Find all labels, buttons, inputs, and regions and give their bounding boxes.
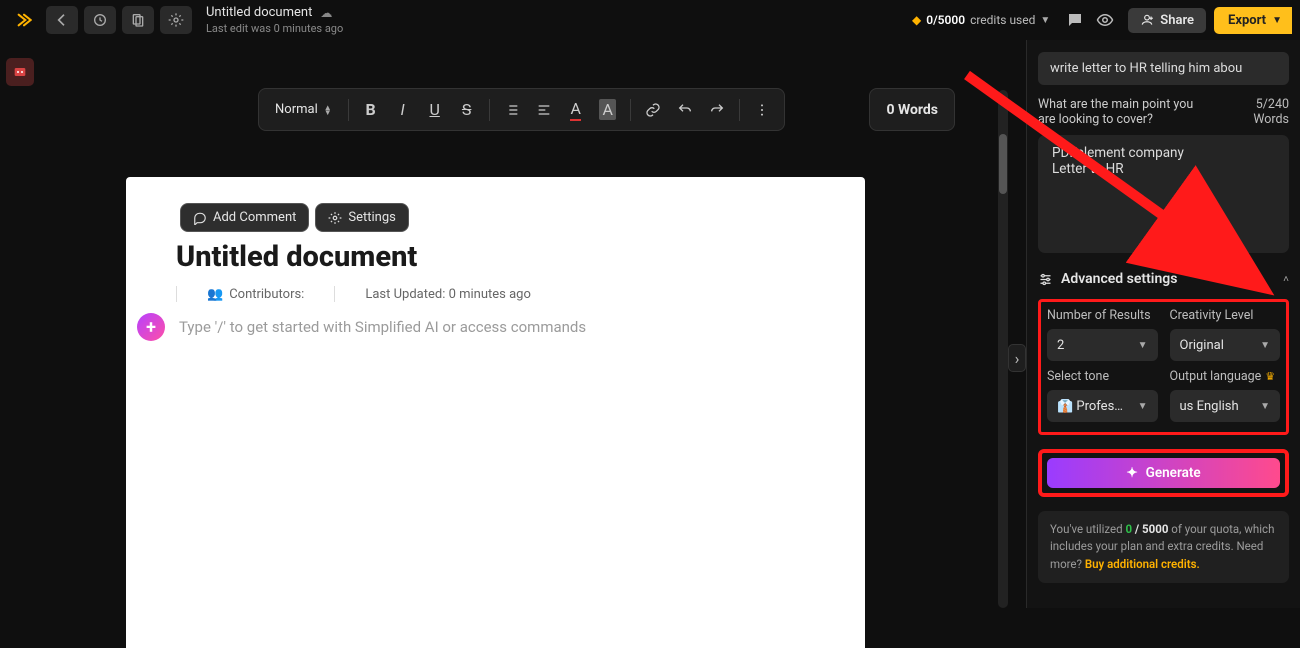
chevron-down-icon: ▼ [1138, 340, 1148, 351]
chevron-down-icon: ▼ [1272, 15, 1282, 26]
redo-button[interactable] [703, 96, 731, 124]
quota-total: 5000 [1142, 522, 1168, 536]
editor-area: Normal ▲▼ B I U S A A 0 Words Add Commen… [0, 40, 1010, 608]
chevron-down-icon: ▼ [1138, 401, 1148, 412]
last-edit-label: Last edit was 0 minutes ago [206, 22, 343, 35]
generate-highlight: ✦ Generate [1038, 449, 1289, 497]
style-value: Normal [275, 102, 318, 117]
settings-label: Settings [348, 210, 395, 225]
document-heading[interactable]: Untitled document [176, 240, 815, 274]
points-counter: 5/240 Words [1253, 97, 1289, 127]
word-count: 0 Words [869, 88, 955, 131]
panel-toggle[interactable]: › [1008, 344, 1026, 372]
export-label: Export [1228, 13, 1266, 28]
chevron-down-icon: ▼ [1040, 15, 1050, 26]
points-question-row: What are the main point you are looking … [1038, 97, 1289, 127]
crown-icon: ♛ [1265, 370, 1275, 383]
diamond-icon: ◆ [912, 13, 921, 27]
points-line2: Letter to HR [1052, 161, 1275, 177]
documents-button[interactable] [122, 6, 154, 34]
export-button[interactable]: Export ▼ [1214, 7, 1292, 34]
credits-count: 0/5000 [926, 13, 965, 27]
buy-credits-link[interactable]: Buy additional credits. [1085, 557, 1200, 571]
editor-placeholder[interactable]: Type '/' to get started with Simplified … [179, 318, 586, 336]
prompt-input[interactable]: write letter to HR telling him abou [1038, 52, 1289, 85]
points-line1: PDFelement company [1052, 145, 1275, 161]
preview-icon[interactable] [1090, 5, 1120, 35]
stepper-icon: ▲▼ [324, 105, 332, 115]
generate-button[interactable]: ✦ Generate [1047, 458, 1280, 488]
contributors-label: 👥Contributors: [207, 287, 304, 302]
sparkle-icon: ✦ [1126, 465, 1137, 481]
top-bar: Untitled document ☁ Last edit was 0 minu… [0, 0, 1300, 40]
sync-status-icon: ☁ [320, 6, 332, 20]
italic-button[interactable]: I [389, 96, 417, 124]
scrollbar-thumb[interactable] [999, 134, 1007, 194]
bold-button[interactable]: B [357, 96, 385, 124]
share-label: Share [1160, 13, 1194, 28]
points-input[interactable]: PDFelement company Letter to HR [1038, 135, 1289, 253]
undo-button[interactable] [671, 96, 699, 124]
editor-toolbar: Normal ▲▼ B I U S A A [258, 88, 785, 131]
ai-panel: write letter to HR telling him abou What… [1026, 40, 1300, 608]
add-block-button[interactable]: + [137, 313, 165, 341]
advanced-settings-highlight: Number of Results 2 ▼ Creativity Level O… [1038, 299, 1289, 435]
page-settings-button[interactable]: Settings [315, 203, 408, 232]
credits-label: credits used [970, 13, 1035, 27]
creativity-value: Original [1180, 338, 1224, 353]
last-updated-label: Last Updated: 0 minutes ago [365, 287, 531, 302]
creativity-label: Creativity Level [1170, 308, 1281, 323]
tone-label: Select tone [1047, 369, 1158, 384]
points-question: What are the main point you are looking … [1038, 97, 1208, 127]
creativity-select[interactable]: Original ▼ [1170, 329, 1281, 361]
app-logo-icon[interactable] [8, 6, 40, 34]
quota-notice: You've utilized 0 / 5000 of your quota, … [1038, 511, 1289, 583]
tone-value: 👔 Profes… [1057, 399, 1123, 414]
comments-icon[interactable] [1060, 5, 1090, 35]
num-results-label: Number of Results [1047, 308, 1158, 323]
num-results-select[interactable]: 2 ▼ [1047, 329, 1158, 361]
num-results-value: 2 [1057, 338, 1064, 353]
chevron-down-icon: ▼ [1260, 401, 1270, 412]
credits-indicator[interactable]: ◆ 0/5000 credits used ▼ [912, 13, 1050, 27]
doc-title[interactable]: Untitled document [206, 5, 312, 20]
strikethrough-button[interactable]: S [453, 96, 481, 124]
align-button[interactable] [530, 96, 558, 124]
language-select[interactable]: us English ▼ [1170, 390, 1281, 422]
text-color-button[interactable]: A [562, 96, 590, 124]
highlight-button[interactable]: A [594, 96, 622, 124]
chevron-up-icon: ˄ [1283, 274, 1289, 285]
editor-placeholder-row: + Type '/' to get started with Simplifie… [137, 313, 586, 341]
generate-label: Generate [1146, 465, 1201, 481]
share-button[interactable]: Share [1128, 8, 1206, 33]
history-button[interactable] [84, 6, 116, 34]
advanced-label: Advanced settings [1061, 271, 1177, 287]
underline-button[interactable]: U [421, 96, 449, 124]
lang-value: us English [1180, 399, 1239, 414]
more-button[interactable] [748, 96, 776, 124]
advanced-settings-toggle[interactable]: Advanced settings ˄ [1038, 263, 1289, 295]
document-page[interactable]: Untitled document 👥Contributors: Last Up… [126, 177, 865, 648]
link-button[interactable] [639, 96, 667, 124]
scrollbar[interactable] [998, 90, 1008, 608]
chevron-down-icon: ▼ [1260, 340, 1270, 351]
list-button[interactable] [498, 96, 526, 124]
settings-button[interactable] [160, 6, 192, 34]
add-comment-label: Add Comment [213, 210, 296, 225]
page-actions: Add Comment Settings [180, 203, 409, 232]
title-block: Untitled document ☁ Last edit was 0 minu… [206, 5, 343, 35]
tone-select[interactable]: 👔 Profes… ▼ [1047, 390, 1158, 422]
paragraph-style-select[interactable]: Normal ▲▼ [267, 98, 340, 121]
back-button[interactable] [46, 6, 78, 34]
add-comment-button[interactable]: Add Comment [180, 203, 309, 232]
lang-label: Output language [1170, 369, 1262, 384]
document-meta: 👥Contributors: Last Updated: 0 minutes a… [176, 286, 815, 302]
